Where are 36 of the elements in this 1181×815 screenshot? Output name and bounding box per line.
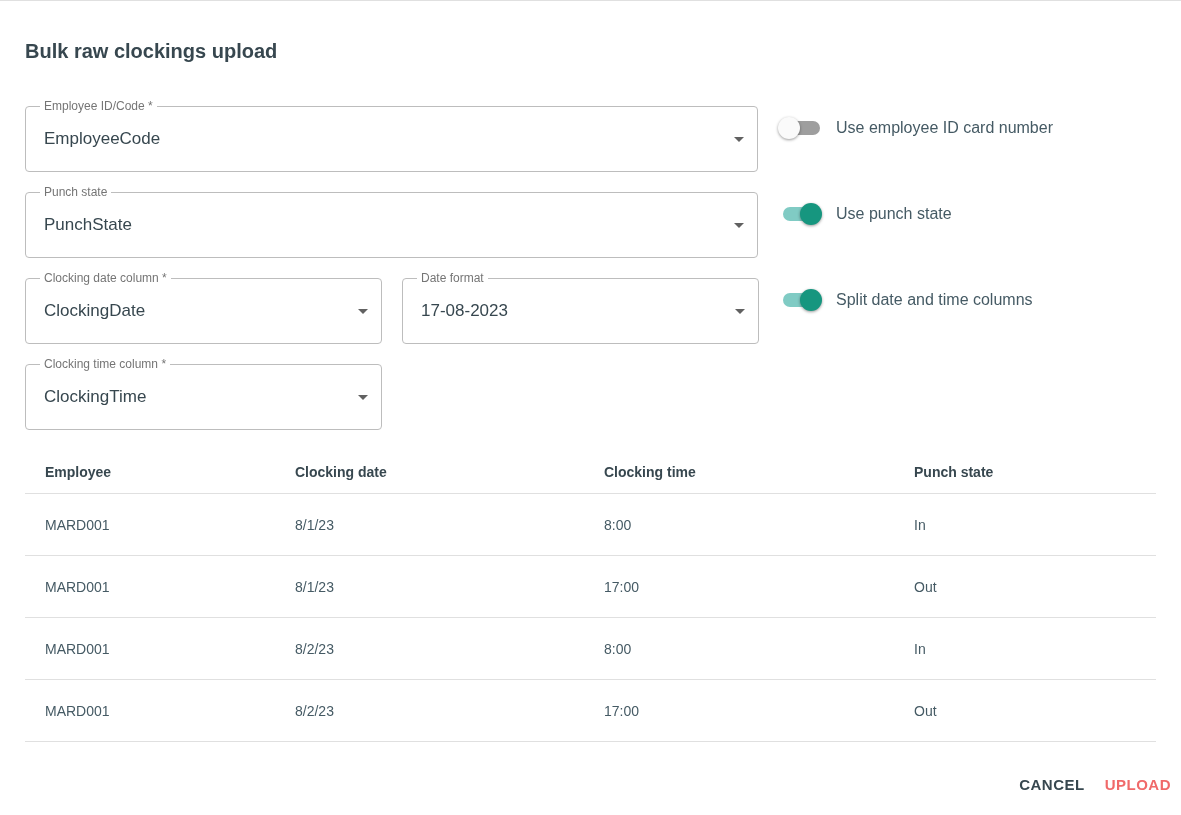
table-cell-text: Out	[914, 578, 938, 595]
table-cell-text: MARD001	[45, 578, 111, 595]
dropdown-caret-icon	[358, 394, 368, 400]
table-cell-text: 17:00	[604, 578, 641, 595]
toggle-label: Split date and time columns	[836, 291, 1033, 309]
dropdown-caret-icon	[734, 222, 744, 228]
table-cell-text: Out	[914, 702, 938, 719]
dialog-title: Bulk raw clockings upload	[24, 39, 279, 63]
table-cell-text: MARD001	[45, 516, 111, 533]
table-cell-text: 8/1/23	[295, 578, 335, 595]
select-field[interactable]: Clocking time column * ClockingTime	[25, 357, 382, 430]
table-cell-text: 8/2/23	[295, 640, 335, 657]
select-field[interactable]: Clocking date column * ClockingDate	[25, 271, 382, 344]
column-header: Clocking time	[604, 464, 697, 480]
toggle-switch[interactable]	[778, 117, 822, 139]
toggle-label: Use employee ID card number	[836, 119, 1053, 137]
table-cell-text: 17:00	[604, 702, 641, 719]
table-cell-text: MARD001	[45, 702, 111, 719]
toggle-label: Use punch state	[836, 205, 952, 223]
table-cell-text: 8:00	[604, 516, 633, 533]
select-field[interactable]: Employee ID/Code * EmployeeCode	[25, 99, 758, 172]
dropdown-caret-icon	[734, 136, 744, 142]
dropdown-caret-icon	[358, 308, 368, 314]
select-field[interactable]: Date format 17-08-2023	[402, 271, 759, 344]
table-cell-text: 8:00	[604, 640, 633, 657]
select-field[interactable]: Punch state PunchState	[25, 185, 758, 258]
table-cell-text: In	[914, 516, 927, 533]
column-header: Employee	[45, 464, 113, 480]
table-cell-text: 8/1/23	[295, 516, 335, 533]
dropdown-caret-icon	[735, 308, 745, 314]
table-cell-text: 8/2/23	[295, 702, 335, 719]
column-header: Clocking date	[295, 464, 388, 480]
column-header: Punch state	[914, 464, 995, 480]
table-cell-text: In	[914, 640, 927, 657]
cancel-button[interactable]: CANCEL	[1013, 768, 1091, 801]
table-cell-text: MARD001	[45, 640, 111, 657]
